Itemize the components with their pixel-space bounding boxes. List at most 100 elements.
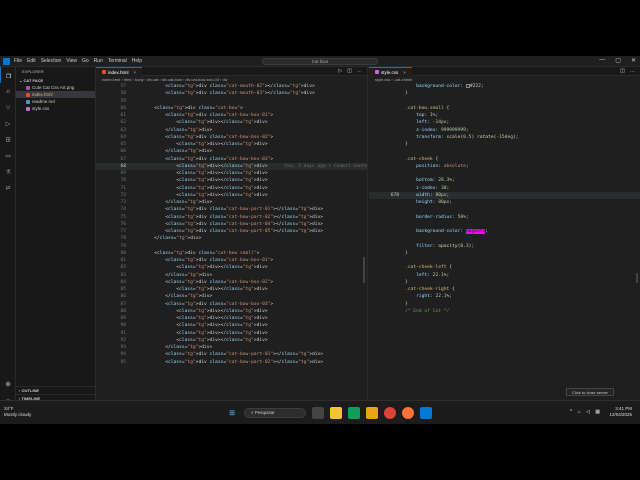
breadcrumb[interactable]: style.css › .cat-cheek	[369, 76, 640, 83]
file-type-icon	[26, 92, 30, 97]
line-number: 82	[120, 265, 126, 271]
menu-item-selection[interactable]: Selection	[41, 58, 62, 64]
chrome-icon[interactable]	[384, 407, 396, 419]
code-line: 93 </class="tg">div>	[96, 344, 367, 351]
line-text: }	[405, 250, 408, 257]
file-item[interactable]: index.html	[16, 91, 95, 98]
css-file-icon	[375, 70, 379, 74]
editor-group-left: index.html × ▷ ◫ … index.html › html › b…	[96, 67, 368, 413]
edge-icon[interactable]	[348, 407, 360, 419]
line-text: </class="tg">div>	[132, 149, 213, 155]
folder-icon[interactable]	[366, 407, 378, 419]
close-button[interactable]: ✕	[631, 57, 636, 64]
line-text: }	[405, 141, 408, 148]
code-line: background-color: magenta;	[369, 228, 640, 235]
vscode-logo-icon	[3, 57, 10, 65]
line-number: 77	[120, 229, 126, 234]
line-number: 73	[120, 200, 126, 205]
breadcrumb[interactable]: index.html › html › body › div.cat › div…	[96, 76, 367, 83]
menu-item-edit[interactable]: Edit	[27, 58, 36, 64]
line-text: </class="tg">div>	[132, 294, 213, 300]
extensions-icon[interactable]: ⊞	[0, 131, 16, 147]
code-line: 84 <class="tg">div class="cat-bow-box-02…	[96, 279, 367, 286]
clock[interactable]: 3:41 PM 12/04/2025	[609, 406, 632, 418]
menu-item-run[interactable]: Run	[94, 58, 103, 64]
remote-icon[interactable]: ▭	[0, 147, 16, 163]
run-icon[interactable]: ▷	[338, 67, 342, 75]
workspace-folder[interactable]: ⌄ CAT FACE	[16, 77, 95, 84]
account-icon[interactable]: ◉	[0, 375, 16, 391]
search-icon[interactable]: ⌕	[0, 83, 16, 99]
token: width:	[405, 192, 436, 198]
code-line: 72 <class="tg">div></class="tg">div>	[96, 192, 367, 199]
line-text: <class="tg">div></class="tg">div>	[132, 330, 268, 336]
minimize-button[interactable]: —	[599, 57, 605, 64]
code-line: 62 <class="tg">div></class="tg">div>	[96, 119, 367, 126]
line-text: <class="tg">div class="cat-bow-part-02">…	[132, 359, 324, 365]
files-icon[interactable]: ❐	[0, 67, 16, 83]
code-line: 75 <class="tg">div class="cat-bow-part-0…	[96, 214, 367, 221]
line-number: 60	[120, 105, 126, 111]
token: -14px	[432, 120, 447, 126]
line-text: left: 22.1%;	[405, 272, 449, 279]
file-item[interactable]: readme.md	[16, 98, 95, 105]
task-view-icon[interactable]	[312, 407, 324, 419]
html-file-icon	[102, 70, 106, 74]
menu-item-file[interactable]: File	[14, 58, 22, 64]
vscode-taskbar-icon[interactable]	[420, 407, 432, 419]
command-center-search[interactable]: Cat face	[262, 58, 378, 65]
code-editor-css[interactable]: background-color: #222;} .cat-bow.small {…	[369, 83, 640, 413]
code-line: border-radius: 50%;	[369, 214, 640, 221]
token: height:	[405, 200, 439, 205]
title-bar: File Edit Selection View Go Run Terminal Help C…	[0, 56, 640, 67]
tab-style-css[interactable]: style.css ×	[369, 67, 412, 76]
token: 80px	[435, 192, 447, 198]
testing-icon[interactable]: ⚗	[0, 163, 16, 179]
line-text: <class="tg">div></class="tg">div>	[132, 142, 268, 147]
file-explorer-icon[interactable]	[330, 407, 342, 419]
code-line: right: 22.1%;	[369, 293, 640, 300]
taskbar-search[interactable]: ⌕ Pesquisar	[244, 408, 306, 418]
firefox-icon[interactable]	[402, 407, 414, 419]
tab-index-html[interactable]: index.html ×	[96, 67, 143, 76]
file-item[interactable]: Cute Cat Css Art.png	[16, 84, 95, 91]
run-debug-icon[interactable]: ▷	[0, 115, 16, 131]
scrollbar-thumb[interactable]	[363, 257, 365, 283]
line-number: 67	[120, 156, 126, 162]
code-line: 59	[96, 98, 367, 105]
line-text: height: 80px;	[405, 199, 452, 206]
code-editor-html[interactable]: 57 <class="tg">div class="cat-mouth-02">…	[96, 83, 367, 413]
line-number: 61	[120, 113, 126, 118]
menu-item-terminal[interactable]: Terminal	[108, 58, 127, 64]
menu-item-go[interactable]: Go	[82, 58, 89, 64]
code-line: 61 <class="tg">div class="cat-bow-box-01…	[96, 112, 367, 119]
file-item[interactable]: style.css	[16, 105, 95, 112]
menu-item-help[interactable]: Help	[132, 58, 142, 64]
token: opacity	[438, 243, 458, 249]
live-share-icon[interactable]: ⇄	[0, 179, 16, 195]
weather-widget[interactable]: 34°F Mostly cloudy	[4, 406, 31, 418]
line-text: z-index: 30;	[405, 185, 449, 192]
outline-section[interactable]: › OUTLINE	[16, 386, 96, 393]
start-icon[interactable]: ⊞	[226, 407, 238, 419]
split-editor-icon[interactable]: ◫	[347, 67, 352, 75]
maximize-button[interactable]: ▢	[615, 57, 621, 64]
system-tray[interactable]: ^ ⌂ ◁ ▦	[570, 409, 602, 415]
code-line: left: 22.1%;	[369, 272, 640, 279]
split-editor-icon[interactable]: ◫	[620, 67, 625, 75]
line-number: 72	[120, 192, 126, 198]
code-line: 77 <class="tg">div class="cat-bow-part-0…	[96, 228, 367, 235]
token: /* End of Cat */	[405, 308, 450, 314]
line-text: left: -14px;	[405, 119, 449, 126]
more-actions-icon[interactable]: …	[357, 67, 362, 75]
more-actions-icon[interactable]: …	[630, 67, 635, 75]
source-control-icon[interactable]: ⑂	[0, 99, 16, 115]
token: 28.3%	[438, 178, 453, 184]
code-line: 79	[96, 243, 367, 250]
line-number: 76	[120, 221, 126, 227]
line-text: </class="tg">div>	[132, 345, 213, 350]
line-text: filter: opacity(0.3);	[405, 243, 474, 250]
menu-item-view[interactable]: View	[66, 58, 77, 64]
scrollbar-thumb[interactable]	[636, 273, 638, 283]
line-number: 86	[120, 294, 126, 300]
